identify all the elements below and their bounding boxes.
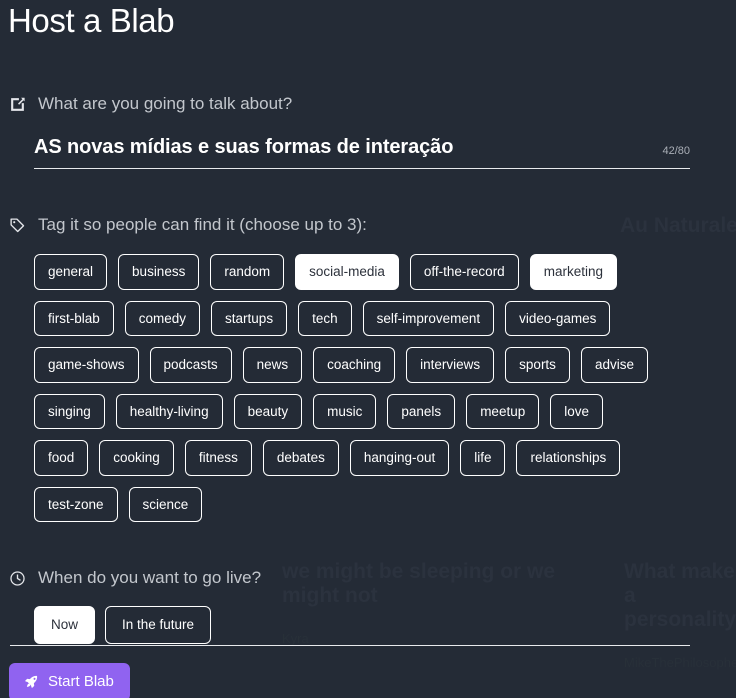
tag-pill[interactable]: relationships xyxy=(516,440,621,476)
rocket-icon xyxy=(23,674,39,690)
tag-pill[interactable]: sports xyxy=(505,347,570,383)
tag-pill[interactable]: startups xyxy=(211,300,288,336)
tag-pill[interactable]: tech xyxy=(298,300,352,336)
start-blab-button[interactable]: Start Blab xyxy=(9,663,130,698)
topic-input-field[interactable]: 42/80 xyxy=(34,136,690,169)
tag-pill[interactable]: meetup xyxy=(466,393,540,429)
host-a-blab-modal: Host a Blab What are you going to talk a… xyxy=(0,0,736,698)
tag-pill[interactable]: game-shows xyxy=(34,347,139,383)
tag-pill[interactable]: news xyxy=(242,347,303,383)
tag-list: general business random social-media off-the… xyxy=(8,254,708,522)
tag-pill[interactable]: off-the-record xyxy=(409,254,519,290)
schedule-section-heading: When do you want to go live? xyxy=(8,568,736,588)
tag-pill[interactable]: music xyxy=(313,393,377,429)
topic-section-heading: What are you going to talk about? xyxy=(8,94,736,114)
tag-pill[interactable]: advise xyxy=(580,347,648,383)
schedule-option[interactable]: Now xyxy=(34,606,96,644)
tag-pill[interactable]: science xyxy=(128,486,203,522)
tag-pill[interactable]: random xyxy=(210,254,285,290)
topic-input-row: 42/80 xyxy=(8,136,736,169)
tag-pill[interactable]: video-games xyxy=(505,300,611,336)
page-title: Host a Blab xyxy=(8,2,175,39)
tag-pill[interactable]: social-media xyxy=(295,254,399,290)
footer-divider xyxy=(10,645,690,646)
topic-heading-label: What are you going to talk about? xyxy=(38,94,293,113)
tag-pill[interactable]: hanging-out xyxy=(349,440,450,476)
tag-pill[interactable]: beauty xyxy=(233,393,303,429)
tag-pill[interactable]: life xyxy=(460,440,506,476)
topic-section: What are you going to talk about? 42/80 xyxy=(0,94,736,169)
tag-pill[interactable]: healthy-living xyxy=(115,393,223,429)
tag-pill[interactable]: singing xyxy=(34,393,105,429)
edit-square-icon xyxy=(8,95,26,113)
tag-pill[interactable]: fitness xyxy=(184,440,252,476)
schedule-options: Now In the future xyxy=(8,606,736,644)
tags-section: Tag it so people can find it (choose up … xyxy=(0,215,736,522)
tag-pill[interactable]: food xyxy=(34,440,89,476)
tags-heading-label: Tag it so people can find it (choose up … xyxy=(38,215,367,234)
schedule-option[interactable]: In the future xyxy=(105,606,212,644)
tag-pill[interactable]: first-blab xyxy=(34,300,114,336)
tag-pill[interactable]: comedy xyxy=(124,300,201,336)
schedule-heading-label: When do you want to go live? xyxy=(38,568,262,587)
tag-pill[interactable]: love xyxy=(550,393,603,429)
tag-pill[interactable]: interviews xyxy=(406,347,495,383)
tag-pill[interactable]: cooking xyxy=(99,440,174,476)
start-blab-label: Start Blab xyxy=(48,673,114,690)
clock-icon xyxy=(8,569,26,587)
char-counter: 42/80 xyxy=(662,145,690,157)
tag-pill[interactable]: podcasts xyxy=(149,347,232,383)
tag-pill[interactable]: self-improvement xyxy=(362,300,495,336)
tags-section-heading: Tag it so people can find it (choose up … xyxy=(8,215,736,235)
tag-pill[interactable]: business xyxy=(118,254,200,290)
topic-input[interactable] xyxy=(34,136,649,159)
tag-pill[interactable]: marketing xyxy=(529,254,617,290)
tag-pill[interactable]: panels xyxy=(387,393,456,429)
tag-pill[interactable]: debates xyxy=(262,440,339,476)
tag-pill[interactable]: coaching xyxy=(313,347,396,383)
tag-icon xyxy=(8,216,26,234)
schedule-section: When do you want to go live? Now In the f… xyxy=(0,568,736,644)
tag-pill[interactable]: test-zone xyxy=(34,486,118,522)
tag-pill[interactable]: general xyxy=(34,254,108,290)
